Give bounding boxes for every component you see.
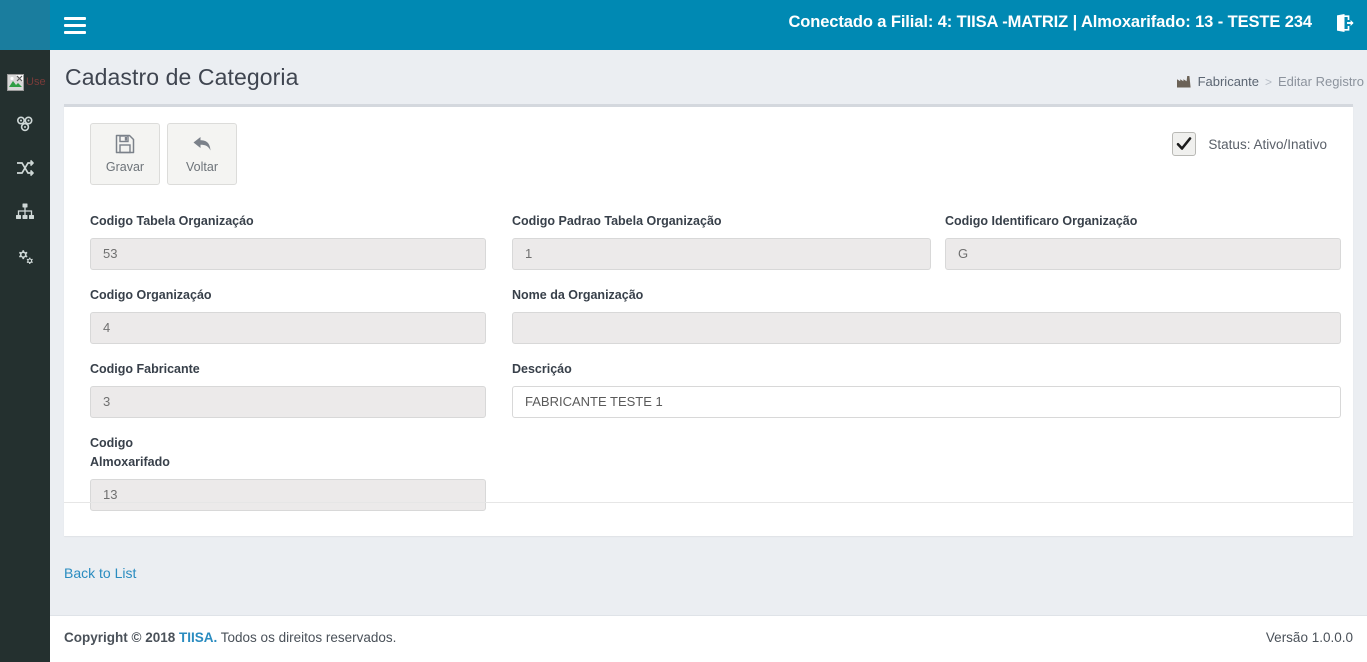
form-fields: Codigo Tabela Organizaçáo Codigo Padrao … bbox=[90, 212, 1341, 530]
save-button[interactable]: Gravar bbox=[90, 123, 160, 185]
topbar: Conectado a Filial: 4: TIISA -MATRIZ | A… bbox=[50, 0, 1367, 50]
field-label: Codigo Almoxarifado bbox=[90, 436, 170, 469]
logout-button[interactable] bbox=[1329, 11, 1359, 39]
field-label: Codigo Fabricante bbox=[90, 362, 200, 376]
version-text: Versão 1.0.0.0 bbox=[1265, 630, 1353, 645]
field-descricao: Descriçáo bbox=[512, 360, 1341, 418]
field-input[interactable] bbox=[512, 311, 1341, 344]
back-button[interactable]: Voltar bbox=[167, 123, 237, 185]
form-row: Codigo Fabricante Descriçáo bbox=[90, 360, 1341, 434]
hamburger-bar bbox=[64, 23, 86, 27]
sitemap-icon bbox=[15, 202, 35, 222]
sidebar-item-settings[interactable] bbox=[0, 234, 50, 278]
form-toolbar: Gravar Voltar bbox=[90, 123, 237, 185]
field-label: Descriçáo bbox=[512, 362, 572, 376]
hamburger-bar bbox=[64, 30, 86, 34]
field-codigo-almoxarifado: Codigo Almoxarifado bbox=[90, 434, 486, 511]
check-icon bbox=[1177, 137, 1192, 150]
status-label: Status: Ativo/Inativo bbox=[1208, 136, 1327, 152]
breadcrumb-current: Editar Registro bbox=[1278, 74, 1364, 89]
floppy-save-icon bbox=[115, 134, 135, 154]
page-title: Cadastro de Categoria bbox=[65, 64, 299, 90]
field-label: Codigo Organizaçáo bbox=[90, 288, 212, 302]
form-card: Gravar Voltar Status: Ativo/Inativo Codi… bbox=[64, 104, 1353, 536]
sidebar-item-cubes[interactable] bbox=[0, 102, 50, 146]
field-label: Nome da Organização bbox=[512, 288, 644, 302]
form-row: Codigo Almoxarifado bbox=[90, 434, 1327, 530]
field-input[interactable] bbox=[90, 385, 486, 418]
field-codigo-fabricante: Codigo Fabricante bbox=[90, 360, 486, 418]
field-input[interactable] bbox=[90, 478, 486, 511]
field-codigo-organizacao: Codigo Organizaçáo bbox=[90, 286, 486, 344]
field-input[interactable] bbox=[512, 237, 931, 270]
hamburger-icon[interactable] bbox=[64, 13, 92, 37]
field-codigo-padrao-tabela-organizacao: Codigo Padrao Tabela Organização bbox=[512, 212, 931, 270]
field-codigo-tabela-organizacao: Codigo Tabela Organizaçáo bbox=[90, 212, 486, 270]
field-label: Codigo Tabela Organizaçáo bbox=[90, 214, 254, 228]
page-footer: Copyright © 2018 TIISA. Todos os direito… bbox=[50, 615, 1367, 662]
page-header: Cadastro de Categoria Fabricante > Edita… bbox=[50, 50, 1367, 100]
sidebar-brand-alt: Use bbox=[26, 76, 46, 88]
sidebar-item-shuffle[interactable] bbox=[0, 146, 50, 190]
field-input[interactable] bbox=[90, 311, 486, 344]
field-input[interactable] bbox=[945, 237, 1341, 270]
sidebar-header bbox=[0, 0, 50, 50]
field-codigo-identificaro-organizacao: Codigo Identificaro Organização bbox=[945, 212, 1341, 270]
sidebar-brand[interactable]: Use bbox=[0, 62, 50, 102]
field-label: Codigo Identificaro Organização bbox=[945, 214, 1138, 228]
brand-name: TIISA. bbox=[179, 630, 218, 645]
card-divider bbox=[64, 502, 1353, 503]
sign-out-icon bbox=[1333, 12, 1355, 39]
arrow-back-icon bbox=[191, 134, 213, 154]
copyright-text: Copyright © 2018 TIISA. Todos os direito… bbox=[64, 630, 396, 645]
broken-image-icon bbox=[7, 73, 24, 91]
copyright-prefix: Copyright © 2018 bbox=[64, 630, 176, 645]
breadcrumb: Fabricante > Editar Registro bbox=[1176, 74, 1364, 89]
connection-status-text: Conectado a Filial: 4: TIISA -MATRIZ | A… bbox=[788, 13, 1312, 31]
app-root: Use Conectado a Filial: 4: TIISA -MATRIZ… bbox=[0, 0, 1367, 662]
field-label: Codigo Padrao Tabela Organização bbox=[512, 214, 722, 228]
form-row: Codigo Organizaçáo Nome da Organização bbox=[90, 286, 1341, 360]
factory-icon bbox=[1176, 75, 1191, 88]
back-button-label: Voltar bbox=[186, 160, 218, 174]
field-nome-da-organizacao: Nome da Organização bbox=[512, 286, 1341, 344]
save-button-label: Gravar bbox=[105, 160, 145, 174]
breadcrumb-separator: > bbox=[1265, 74, 1273, 89]
cogs-icon bbox=[15, 246, 35, 266]
cubes-icon bbox=[15, 114, 35, 134]
sidebar-item-sitemap[interactable] bbox=[0, 190, 50, 234]
form-row: Codigo Tabela Organizaçáo Codigo Padrao … bbox=[90, 212, 1341, 286]
status-checkbox[interactable] bbox=[1172, 132, 1197, 156]
field-input[interactable] bbox=[90, 237, 486, 270]
hamburger-bar bbox=[64, 16, 86, 20]
copyright-suffix: Todos os direitos reservados. bbox=[220, 630, 397, 645]
back-to-list-link[interactable]: Back to List bbox=[64, 565, 136, 581]
shuffle-icon bbox=[15, 158, 35, 178]
sidebar: Use bbox=[0, 0, 50, 662]
breadcrumb-parent[interactable]: Fabricante bbox=[1198, 74, 1259, 89]
status-toggle-group: Status: Ativo/Inativo bbox=[1172, 132, 1327, 156]
field-input[interactable] bbox=[512, 385, 1341, 418]
